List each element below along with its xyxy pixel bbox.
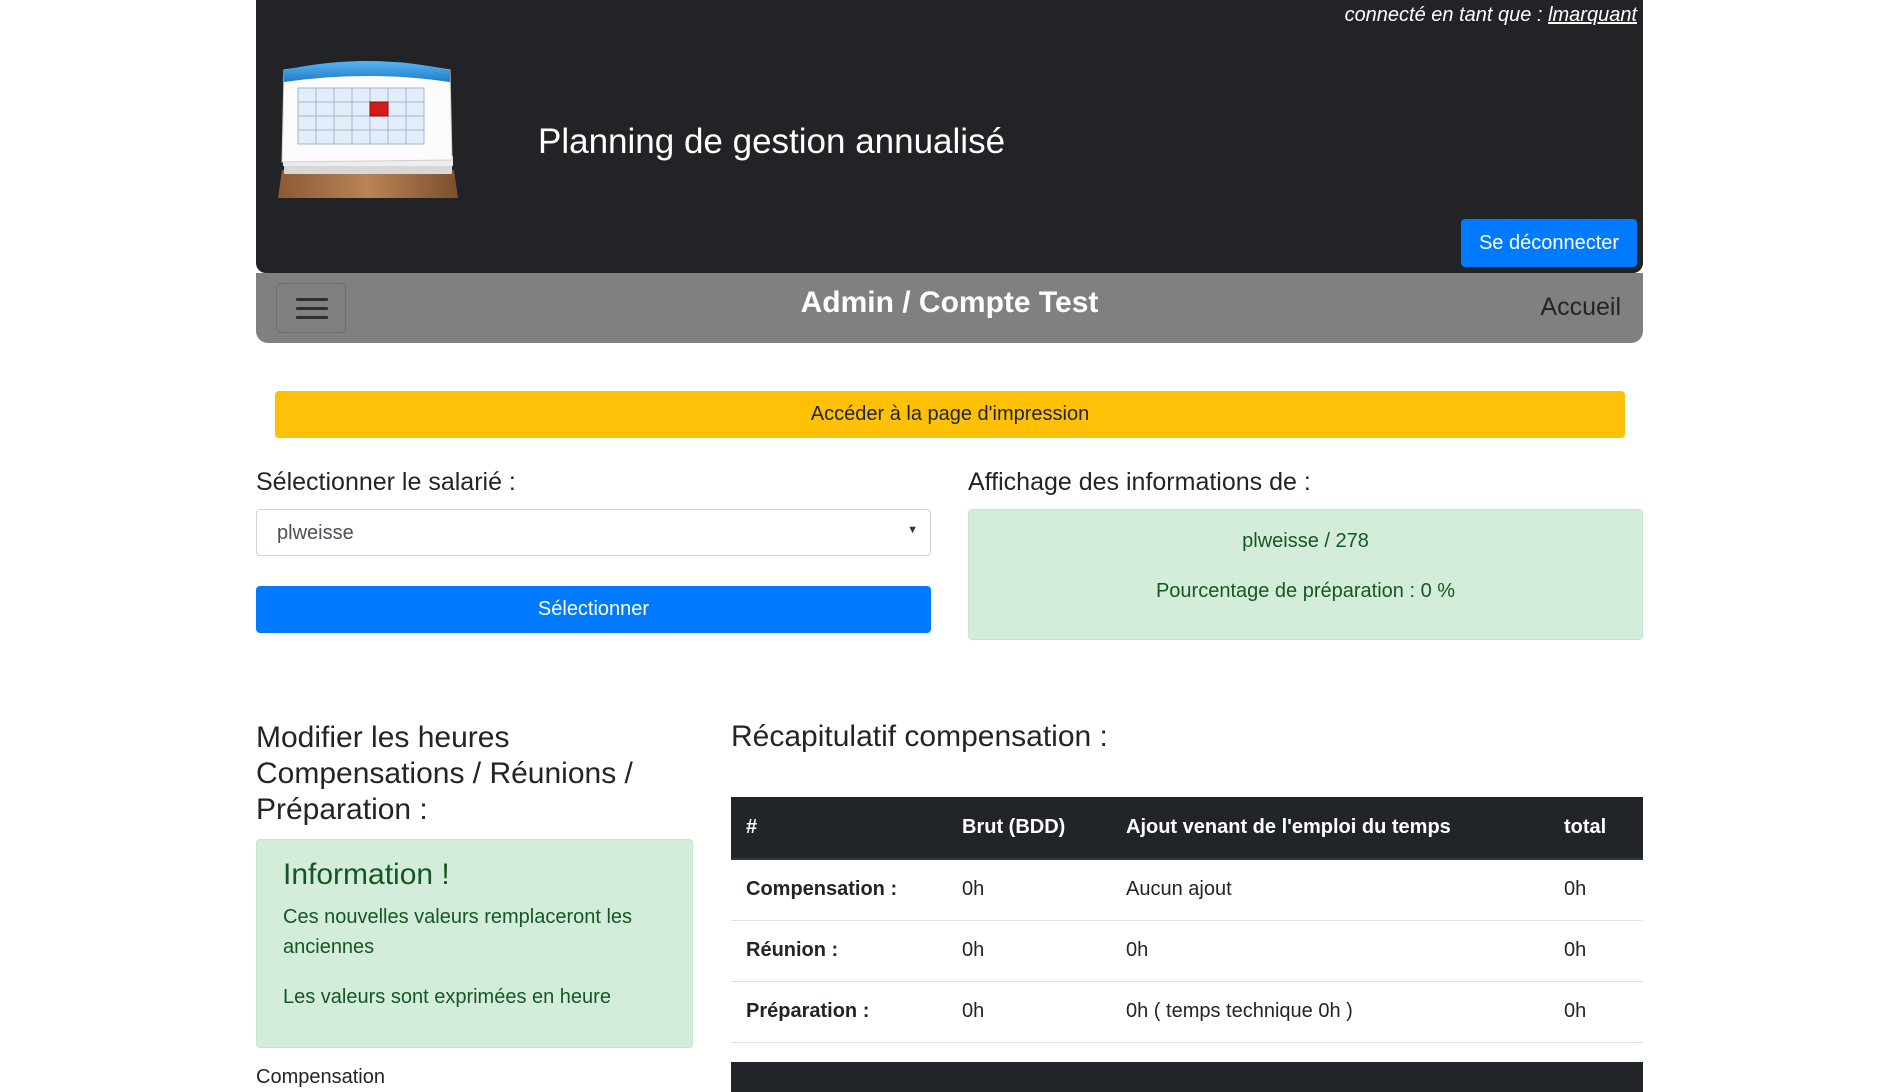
hamburger-bar	[296, 307, 328, 310]
information-alert: Information ! Ces nouvelles valeurs remp…	[256, 839, 693, 1048]
navbar: Admin / Compte Test Accueil	[256, 273, 1643, 343]
logout-button[interactable]: Se déconnecter	[1461, 219, 1637, 267]
alert-text-1: Ces nouvelles valeurs remplaceront les a…	[283, 906, 633, 958]
column-header: Ajout venant de l'emploi du temps	[1111, 797, 1549, 860]
select-employee-label: Sélectionner le salarié :	[256, 468, 516, 496]
select-button[interactable]: Sélectionner	[256, 586, 931, 633]
modify-hours-title: Modifier les heures Compensations / Réun…	[256, 721, 633, 826]
employee-id-line: plweisse / 278	[1242, 530, 1369, 552]
calendar-icon	[278, 61, 458, 198]
table-row: Préparation : 0h 0h ( temps technique 0h…	[731, 981, 1643, 1043]
connected-prefix: connecté en tant que :	[1344, 4, 1543, 26]
nav-title: Admin / Compte Test	[800, 286, 1099, 319]
preparation-percentage: Pourcentage de préparation : 0 %	[1155, 580, 1456, 602]
employee-info-box: plweisse / 278 Pourcentage de préparatio…	[968, 509, 1643, 640]
recap-title: Récapitulatif compensation :	[731, 720, 1108, 753]
hamburger-menu-icon[interactable]	[276, 283, 346, 333]
column-header: Brut (BDD)	[947, 797, 1111, 860]
table-cell: 0h	[1549, 859, 1643, 921]
table-cell: 0h	[1549, 981, 1643, 1043]
row-label: Réunion :	[731, 920, 947, 982]
table-row: Compensation : 0h Aucun ajout 0h	[731, 859, 1643, 921]
employee-select[interactable]: plweisse ▼	[256, 509, 931, 556]
chevron-down-icon: ▼	[907, 524, 918, 536]
column-header: total	[1549, 797, 1643, 860]
compensation-field-label: Compensation	[256, 1066, 385, 1088]
app-header: connecté en tant que : lmarquant Plannin…	[256, 0, 1643, 273]
table-cell: 0h	[947, 920, 1111, 982]
print-page-button[interactable]: Accéder à la page d'impression	[275, 391, 1625, 438]
hamburger-bar	[296, 298, 328, 301]
connected-user-line: connecté en tant que : lmarquant	[1345, 4, 1637, 27]
hamburger-bar	[296, 316, 328, 319]
alert-title: Information !	[283, 858, 450, 891]
page-container: connecté en tant que : lmarquant Plannin…	[256, 0, 1643, 1092]
app-title: Planning de gestion annualisé	[538, 122, 1006, 161]
table-cell: 0h	[947, 981, 1111, 1043]
table-row: Réunion : 0h 0h 0h	[731, 920, 1643, 982]
table-cell: 0h	[1111, 920, 1549, 982]
table-cell: 0h	[947, 859, 1111, 921]
table-header-row: # Brut (BDD) Ajout venant de l'emploi du…	[731, 797, 1643, 860]
column-header: #	[731, 797, 947, 860]
table-cell: 0h	[1549, 920, 1643, 982]
username-link[interactable]: lmarquant	[1548, 4, 1637, 26]
info-display-label: Affichage des informations de :	[968, 468, 1311, 496]
table-cell: Aucun ajout	[1111, 859, 1549, 921]
home-link[interactable]: Accueil	[1540, 293, 1621, 322]
row-label: Préparation :	[731, 981, 947, 1043]
next-table-header	[731, 1062, 1643, 1092]
row-label: Compensation :	[731, 859, 947, 921]
table-cell: 0h ( temps technique 0h )	[1111, 981, 1549, 1043]
employee-select-value: plweisse	[277, 522, 354, 544]
recap-table: # Brut (BDD) Ajout venant de l'emploi du…	[731, 797, 1643, 1043]
alert-text-2: Les valeurs sont exprimées en heure	[283, 986, 611, 1008]
